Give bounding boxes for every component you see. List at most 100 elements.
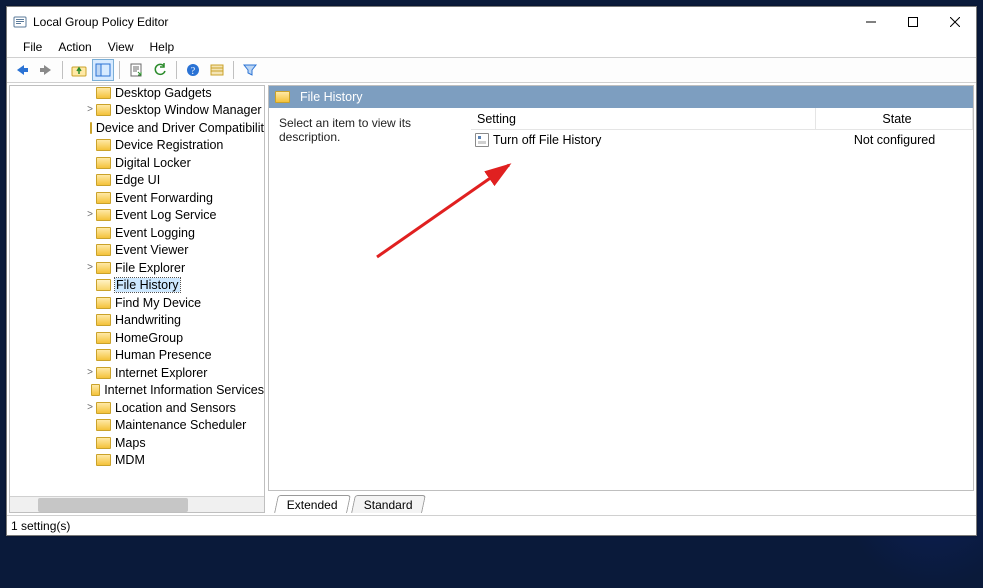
tree-item[interactable]: >Find My Device — [10, 294, 264, 312]
tree-item[interactable]: >Event Viewer — [10, 242, 264, 260]
app-icon — [13, 15, 27, 29]
folder-icon — [96, 297, 111, 309]
menu-file[interactable]: File — [15, 38, 50, 56]
export-list-button[interactable] — [125, 59, 147, 81]
tree-item[interactable]: >Event Logging — [10, 224, 264, 242]
tree-item[interactable]: >Human Presence — [10, 347, 264, 365]
chevron-right-icon[interactable]: > — [84, 263, 96, 273]
toolbar-separator — [62, 61, 63, 79]
settings-list: Setting State Turn off File History Not … — [471, 108, 973, 490]
chevron-right-icon[interactable]: > — [84, 105, 96, 115]
description-column: Select an item to view its description. — [269, 108, 471, 490]
menu-action[interactable]: Action — [50, 38, 99, 56]
tree-item-label: Internet Explorer — [115, 366, 207, 380]
chevron-right-icon[interactable]: > — [84, 210, 96, 220]
show-hide-tree-button[interactable] — [92, 59, 114, 81]
menu-help[interactable]: Help — [142, 38, 183, 56]
tree-item-label: Edge UI — [115, 173, 160, 187]
tree-item-label: Internet Information Services — [104, 383, 264, 397]
tree-pane: >Desktop Gadgets>Desktop Window Manager>… — [9, 85, 265, 513]
panel-header: File History — [269, 86, 973, 108]
tree-item[interactable]: >Edge UI — [10, 172, 264, 190]
client-area: >Desktop Gadgets>Desktop Window Manager>… — [7, 83, 976, 515]
tree-item-label: File Explorer — [115, 261, 185, 275]
folder-icon — [96, 139, 111, 151]
maximize-button[interactable] — [892, 8, 934, 36]
panel-title: File History — [300, 90, 363, 104]
tree-item[interactable]: >Device and Driver Compatibility — [10, 119, 264, 137]
tree-scroll[interactable]: >Desktop Gadgets>Desktop Window Manager>… — [10, 86, 264, 496]
folder-icon — [96, 104, 111, 116]
folder-icon — [96, 349, 111, 361]
list-header: Setting State — [471, 108, 973, 130]
folder-icon — [275, 91, 290, 103]
chevron-right-icon[interactable]: > — [84, 368, 96, 378]
tree-item[interactable]: >Handwriting — [10, 312, 264, 330]
menu-view[interactable]: View — [100, 38, 142, 56]
details-panel: File History Select an item to view its … — [268, 85, 974, 491]
app-window: Local Group Policy Editor File Action Vi… — [6, 6, 977, 536]
description-prompt: Select an item to view its description. — [279, 116, 411, 144]
scroll-track[interactable] — [38, 498, 236, 512]
close-button[interactable] — [934, 8, 976, 36]
minimize-button[interactable] — [850, 8, 892, 36]
folder-icon — [96, 419, 111, 431]
nav-forward-button[interactable] — [35, 59, 57, 81]
tree-item[interactable]: >File History — [10, 277, 264, 295]
tree-item[interactable]: >Maps — [10, 434, 264, 452]
tree-item[interactable]: > Location and Sensors — [10, 399, 264, 417]
tree-item-label: Device Registration — [115, 138, 223, 152]
tree-item-label: MDM — [115, 453, 145, 467]
tree-item[interactable]: >Desktop Window Manager — [10, 102, 264, 120]
toolbar-separator — [176, 61, 177, 79]
list-row[interactable]: Turn off File History Not configured — [471, 130, 973, 150]
tree-item-label: Location and Sensors — [115, 401, 236, 415]
tree-item-label: HomeGroup — [115, 331, 183, 345]
help-button[interactable]: ? — [182, 59, 204, 81]
folder-icon — [96, 454, 111, 466]
tab-standard[interactable]: Standard — [351, 495, 426, 513]
setting-state: Not configured — [854, 133, 935, 147]
tree-item[interactable]: > File Explorer — [10, 259, 264, 277]
window-title: Local Group Policy Editor — [33, 15, 168, 29]
refresh-button[interactable] — [149, 59, 171, 81]
tree-item[interactable]: > Event Log Service — [10, 207, 264, 225]
folder-icon — [91, 384, 100, 396]
column-header-setting[interactable]: Setting — [471, 108, 816, 130]
chevron-right-icon[interactable]: > — [84, 403, 96, 413]
titlebar: Local Group Policy Editor — [7, 7, 976, 37]
tree-item[interactable]: >Device Registration — [10, 137, 264, 155]
tree-item[interactable]: >Event Forwarding — [10, 189, 264, 207]
tree-item[interactable]: >Digital Locker — [10, 154, 264, 172]
tree-item-label: File History — [115, 278, 180, 292]
tree-item[interactable]: > Internet Explorer — [10, 364, 264, 382]
tree-item-label: Human Presence — [115, 348, 212, 362]
tree-item-label: Maintenance Scheduler — [115, 418, 246, 432]
tree-item[interactable]: >Internet Information Services — [10, 382, 264, 400]
tree-item-label: Event Log Service — [115, 208, 216, 222]
tree-item-label: Maps — [115, 436, 146, 450]
tree-item[interactable]: >Desktop Gadgets — [10, 86, 264, 102]
folder-icon — [96, 402, 111, 414]
folder-icon — [96, 87, 111, 99]
tree-item-label: Handwriting — [115, 313, 181, 327]
svg-text:?: ? — [191, 66, 196, 77]
column-header-state[interactable]: State — [816, 108, 973, 130]
toolbar: ? — [7, 57, 976, 83]
folder-icon — [96, 192, 111, 204]
folder-icon — [96, 174, 111, 186]
tree-item-label: Event Logging — [115, 226, 195, 240]
standard-toolbar-button[interactable] — [206, 59, 228, 81]
tree-horizontal-scrollbar[interactable] — [10, 496, 264, 512]
tree-item[interactable]: >MDM — [10, 452, 264, 470]
scroll-thumb[interactable] — [38, 498, 188, 512]
panel-tabs: Extended Standard — [268, 493, 974, 513]
tree-item[interactable]: >Maintenance Scheduler — [10, 417, 264, 435]
tab-extended[interactable]: Extended — [274, 495, 351, 513]
tree-item[interactable]: >HomeGroup — [10, 329, 264, 347]
toolbar-separator — [233, 61, 234, 79]
nav-back-button[interactable] — [11, 59, 33, 81]
filter-button[interactable] — [239, 59, 261, 81]
folder-up-button[interactable] — [68, 59, 90, 81]
folder-icon — [90, 122, 92, 134]
